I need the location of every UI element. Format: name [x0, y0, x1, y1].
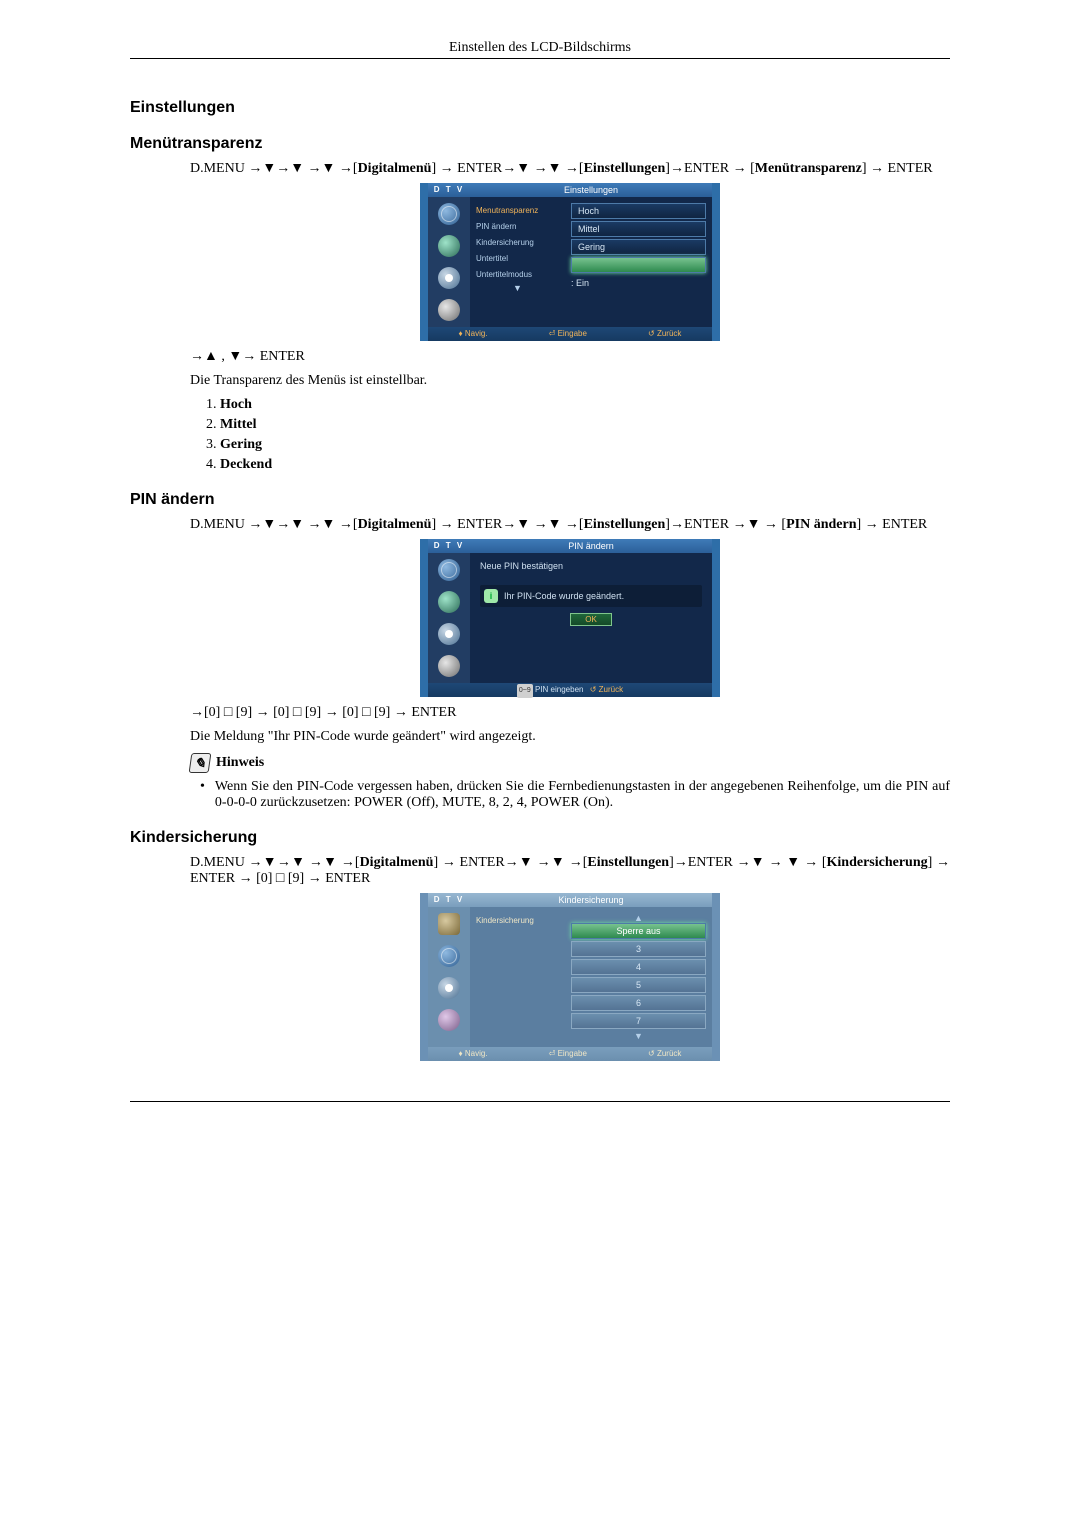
- osd-option-selected[interactable]: Sperre aus: [571, 923, 706, 939]
- heading-menutransparenz: Menütransparenz: [130, 135, 950, 153]
- osd-pin: D T V PIN ändern Neue PIN bestätigen: [420, 539, 720, 697]
- nav-path-kinder: D.MENU →▼→▼ →▼ →[Digitalmenü] → ENTER→▼ …: [190, 855, 950, 887]
- target-icon: [438, 623, 460, 645]
- osd-pin-confirm: Neue PIN bestätigen: [480, 561, 702, 571]
- globe-icon: [438, 203, 460, 225]
- chevron-down-icon[interactable]: ▼: [470, 283, 565, 293]
- osd-menu-item[interactable]: Kindersicherung: [470, 913, 565, 929]
- heading-kinder: Kindersicherung: [130, 829, 950, 847]
- osd-footer-back: ↺ Zurück: [590, 685, 623, 694]
- page-header: Einstellen des LCD-Bildschirms: [130, 40, 950, 59]
- osd-menu-item[interactable]: Menutransparenz: [470, 203, 565, 219]
- clock-icon: [438, 235, 460, 257]
- chevron-down-icon[interactable]: ▼: [571, 1031, 706, 1041]
- list-item: Hoch: [220, 397, 252, 412]
- osd-footer-enter: PIN eingeben: [535, 685, 583, 694]
- osd-dtv-label: D T V: [428, 893, 470, 907]
- osd-option[interactable]: Hoch: [571, 203, 706, 219]
- osd-dtv-label: D T V: [428, 539, 470, 553]
- post-path-pin: →[0] □ [9] → [0] □ [9] → [0] □ [9] → ENT…: [190, 705, 950, 721]
- osd-menu-item[interactable]: Untertitel: [470, 251, 565, 267]
- list-item: Deckend: [220, 457, 272, 472]
- globe-icon: [438, 559, 460, 581]
- digits-hint: 0~9: [517, 684, 533, 698]
- osd-menu-item[interactable]: PIN ändern: [470, 219, 565, 235]
- page-footer-rule: [130, 1101, 950, 1112]
- info-icon: i: [484, 589, 498, 603]
- osd-footer-back: ↺ Zurück: [648, 327, 681, 341]
- desc-menutrans: Die Transparenz des Menüs ist einstellba…: [190, 373, 950, 389]
- osd-footer-nav: ♦ Navig.: [459, 1047, 488, 1061]
- target-icon: [438, 267, 460, 289]
- osd-footer-nav: ♦ Navig.: [459, 327, 488, 341]
- osd-option[interactable]: 7: [571, 1013, 706, 1029]
- osd-pin-message: Ihr PIN-Code wurde geändert.: [504, 591, 624, 601]
- face-icon: [438, 655, 460, 677]
- osd-option[interactable]: 4: [571, 959, 706, 975]
- osd-title: Kindersicherung: [470, 893, 712, 907]
- heading-pin: PIN ändern: [130, 491, 950, 509]
- post-path-menutrans: →▲ , ▼→ ENTER: [190, 349, 950, 365]
- osd-option-selected[interactable]: [571, 257, 706, 273]
- face-icon: [438, 299, 460, 321]
- osd-title: PIN ändern: [470, 539, 712, 553]
- osd-kindersicherung: D T V Kindersicherung Kindersicherung: [420, 893, 720, 1061]
- osd-option[interactable]: 3: [571, 941, 706, 957]
- osd-menu-item[interactable]: Untertitelmodus: [470, 267, 565, 283]
- osd-value: : Ein: [571, 275, 706, 291]
- globe-icon: [438, 945, 460, 967]
- note-icon: ✎: [189, 753, 212, 773]
- osd-footer-back: ↺ Zurück: [648, 1047, 681, 1061]
- card-icon: [438, 913, 460, 935]
- list-item: Gering: [220, 437, 262, 452]
- desc-pin: Die Meldung "Ihr PIN-Code wurde geändert…: [190, 729, 950, 745]
- list-item: Mittel: [220, 417, 257, 432]
- chevron-up-icon[interactable]: ▲: [571, 913, 706, 923]
- nav-path-pin: D.MENU →▼→▼ →▼ →[Digitalmenü] → ENTER→▼ …: [190, 517, 950, 533]
- osd-dtv-label: D T V: [428, 183, 470, 197]
- osd-footer-enter: ⏎ Eingabe: [549, 1047, 587, 1061]
- osd-einstellungen: D T V Einstellungen Menutransparenz PIN …: [420, 183, 720, 341]
- osd-option[interactable]: Gering: [571, 239, 706, 255]
- gear-icon: [438, 977, 460, 999]
- osd-footer-enter: ⏎ Eingabe: [549, 327, 587, 341]
- flower-icon: [438, 1009, 460, 1031]
- osd-option[interactable]: 5: [571, 977, 706, 993]
- heading-einstellungen: Einstellungen: [130, 99, 950, 117]
- hinweis-text: Wenn Sie den PIN-Code vergessen haben, d…: [215, 779, 950, 811]
- ok-button[interactable]: OK: [570, 613, 612, 626]
- menutrans-options-list: Hoch Mittel Gering Deckend: [220, 397, 950, 473]
- nav-path-menutrans: D.MENU →▼→▼ →▼ →[Digitalmenü] → ENTER→▼ …: [190, 161, 950, 177]
- clock-icon: [438, 591, 460, 613]
- hinweis-label: Hinweis: [216, 755, 264, 771]
- osd-option[interactable]: Mittel: [571, 221, 706, 237]
- osd-menu-item[interactable]: Kindersicherung: [470, 235, 565, 251]
- osd-title: Einstellungen: [470, 183, 712, 197]
- osd-option[interactable]: 6: [571, 995, 706, 1011]
